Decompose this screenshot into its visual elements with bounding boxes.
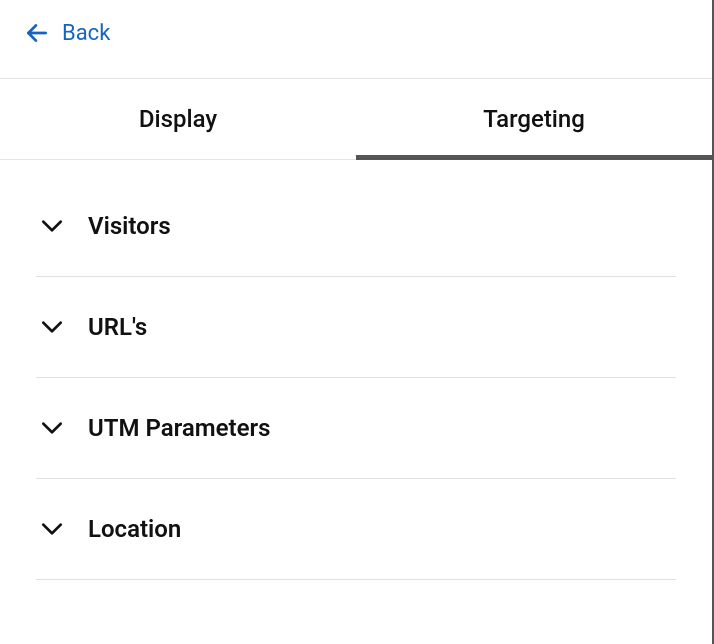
chevron-down-icon [36, 415, 68, 441]
tab-label: Display [139, 105, 217, 133]
section-visitors[interactable]: Visitors [36, 160, 676, 277]
section-location[interactable]: Location [36, 479, 676, 580]
chevron-down-icon [36, 516, 68, 542]
sections-list: Visitors URL's UTM Parameters [0, 160, 712, 580]
section-label: UTM Parameters [88, 414, 270, 442]
section-utm-parameters[interactable]: UTM Parameters [36, 378, 676, 479]
tab-targeting[interactable]: Targeting [356, 79, 712, 159]
section-urls[interactable]: URL's [36, 277, 676, 378]
back-label: Back [62, 21, 110, 46]
header: Back [0, 0, 712, 79]
arrow-left-icon [24, 20, 50, 46]
tab-label: Targeting [483, 105, 585, 133]
chevron-down-icon [36, 314, 68, 340]
back-button[interactable]: Back [24, 20, 110, 46]
tab-display[interactable]: Display [0, 79, 356, 159]
tabs: Display Targeting [0, 79, 712, 160]
chevron-down-icon [36, 213, 68, 239]
section-label: Visitors [88, 212, 171, 240]
section-label: URL's [88, 313, 147, 341]
section-label: Location [88, 515, 181, 543]
